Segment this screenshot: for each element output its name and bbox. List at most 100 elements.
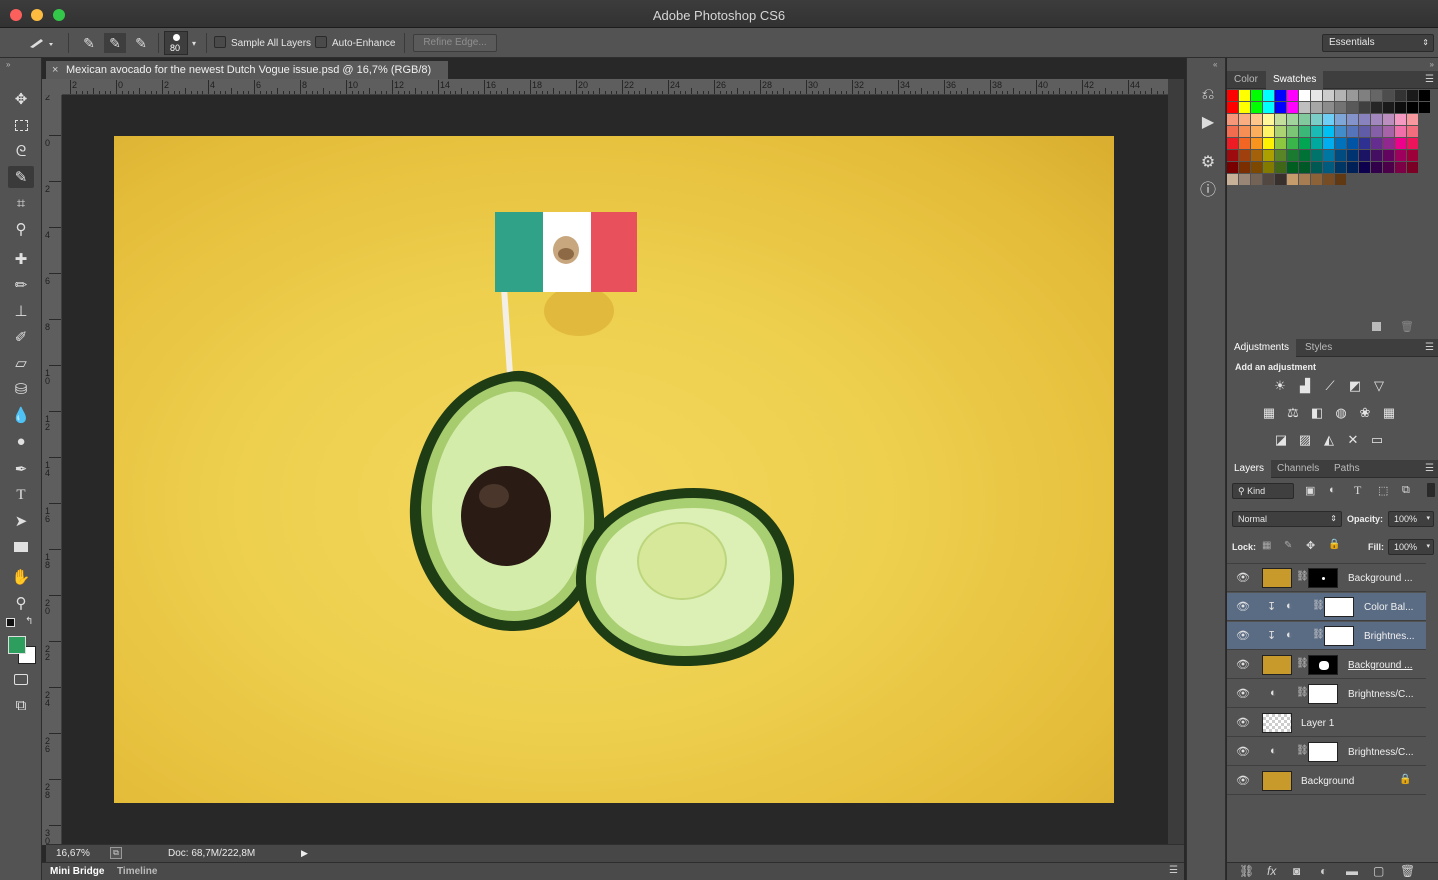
healing-brush-tool-icon[interactable]: ✚ bbox=[8, 248, 34, 270]
swatch[interactable] bbox=[1275, 162, 1286, 173]
swatch[interactable] bbox=[1287, 90, 1298, 101]
swatch[interactable] bbox=[1227, 138, 1238, 149]
tab-color[interactable]: Color bbox=[1227, 71, 1265, 89]
brush-size-picker[interactable]: 80 bbox=[164, 31, 188, 55]
swatch[interactable] bbox=[1299, 174, 1310, 185]
swatch[interactable] bbox=[1347, 90, 1358, 101]
layer-row[interactable]: 👁 ↧ ◐ ⛓ Color Bal... bbox=[1227, 593, 1426, 621]
swatch[interactable] bbox=[1323, 162, 1334, 173]
swatch[interactable] bbox=[1323, 138, 1334, 149]
swatch[interactable] bbox=[1263, 162, 1274, 173]
path-selection-tool-icon[interactable]: ➤ bbox=[8, 510, 34, 532]
swatch[interactable] bbox=[1227, 102, 1238, 113]
swatch[interactable] bbox=[1239, 114, 1250, 125]
layer-mask-thumbnail[interactable] bbox=[1308, 655, 1338, 675]
vibrance-icon[interactable]: ▽ bbox=[1370, 378, 1388, 394]
swatch[interactable] bbox=[1371, 102, 1382, 113]
swatch[interactable] bbox=[1335, 90, 1346, 101]
swatch[interactable] bbox=[1251, 162, 1262, 173]
threshold-icon[interactable]: ◭ bbox=[1320, 432, 1338, 448]
status-info-icon[interactable]: ⧉ bbox=[110, 847, 122, 859]
tab-channels[interactable]: Channels bbox=[1270, 460, 1326, 478]
visibility-eye-icon[interactable]: 👁 bbox=[1236, 745, 1250, 758]
swatch[interactable] bbox=[1359, 138, 1370, 149]
visibility-eye-icon[interactable]: 👁 bbox=[1236, 716, 1250, 729]
link-chain-icon[interactable]: ⛓ bbox=[1296, 658, 1309, 669]
blend-mode-select[interactable]: Normal ⇕ bbox=[1232, 511, 1342, 527]
swatch[interactable] bbox=[1371, 114, 1382, 125]
swatch[interactable] bbox=[1311, 162, 1322, 173]
tab-layers[interactable]: Layers bbox=[1227, 460, 1272, 478]
swatch[interactable] bbox=[1251, 102, 1262, 113]
blur-tool-icon[interactable]: 💧 bbox=[8, 404, 34, 426]
swatch[interactable] bbox=[1371, 162, 1382, 173]
info-panel-icon[interactable]: ⓘ bbox=[1197, 180, 1219, 202]
canvas-area[interactable] bbox=[62, 96, 1168, 844]
swatch[interactable] bbox=[1323, 102, 1334, 113]
swatch[interactable] bbox=[1323, 174, 1334, 185]
swatch[interactable] bbox=[1287, 138, 1298, 149]
actions-panel-icon[interactable]: ▶ bbox=[1197, 112, 1219, 134]
visibility-eye-icon[interactable]: 👁 bbox=[1236, 774, 1250, 787]
zoom-level[interactable]: 16,67% bbox=[56, 848, 90, 859]
lock-all-icon[interactable]: 🔒 bbox=[1328, 539, 1340, 550]
invert-icon[interactable]: ◪ bbox=[1272, 432, 1290, 448]
swatch[interactable] bbox=[1323, 90, 1334, 101]
swatch[interactable] bbox=[1251, 114, 1262, 125]
swatch[interactable] bbox=[1395, 150, 1406, 161]
quick-selection-preset-icon[interactable] bbox=[24, 33, 60, 53]
swatch[interactable] bbox=[1239, 174, 1250, 185]
swatch[interactable] bbox=[1275, 150, 1286, 161]
swatch[interactable] bbox=[1311, 114, 1322, 125]
visibility-eye-icon[interactable]: 👁 bbox=[1236, 658, 1250, 671]
delete-layer-icon[interactable]: 🗑 bbox=[1400, 864, 1415, 878]
swatch[interactable] bbox=[1383, 126, 1394, 137]
swatch[interactable] bbox=[1299, 126, 1310, 137]
swatch[interactable] bbox=[1275, 174, 1286, 185]
levels-icon[interactable]: ▟ bbox=[1296, 378, 1314, 394]
chevron-down-icon[interactable]: ▾ bbox=[1426, 512, 1430, 526]
default-colors-icon[interactable] bbox=[6, 618, 15, 627]
fill-input[interactable]: 100% ▾ bbox=[1388, 539, 1434, 555]
swatch[interactable] bbox=[1275, 90, 1286, 101]
crop-tool-icon[interactable]: ⌗ bbox=[8, 192, 34, 214]
swatch[interactable] bbox=[1227, 114, 1238, 125]
swatch[interactable] bbox=[1239, 102, 1250, 113]
photo-filter-icon[interactable]: ◍ bbox=[1332, 405, 1350, 421]
swatch[interactable] bbox=[1299, 102, 1310, 113]
swatch[interactable] bbox=[1263, 102, 1274, 113]
document-photo[interactable] bbox=[114, 136, 1114, 803]
paint-bucket-tool-icon[interactable]: ⛁ bbox=[8, 378, 34, 400]
sample-all-layers-checkbox[interactable] bbox=[214, 36, 226, 48]
swatch[interactable] bbox=[1395, 114, 1406, 125]
swatch[interactable] bbox=[1335, 162, 1346, 173]
opacity-input[interactable]: 100% ▾ bbox=[1388, 511, 1434, 527]
panel-collapse-icon[interactable]: » bbox=[6, 60, 10, 69]
swatch[interactable] bbox=[1383, 114, 1394, 125]
clone-stamp-tool-icon[interactable]: ⊥ bbox=[8, 300, 34, 322]
swatch[interactable] bbox=[1263, 90, 1274, 101]
swatch[interactable] bbox=[1347, 102, 1358, 113]
tab-mini-bridge[interactable]: Mini Bridge bbox=[50, 866, 104, 877]
swatch[interactable] bbox=[1335, 138, 1346, 149]
new-layer-icon[interactable]: ▢ bbox=[1373, 864, 1384, 878]
link-chain-icon[interactable]: ⛓ bbox=[1312, 629, 1325, 640]
swatch[interactable] bbox=[1287, 126, 1298, 137]
layer-mask-thumbnail[interactable] bbox=[1308, 568, 1338, 588]
screen-mode-icon[interactable]: ⧉ bbox=[8, 694, 34, 716]
swatch[interactable] bbox=[1251, 138, 1262, 149]
swatch[interactable] bbox=[1359, 90, 1370, 101]
tab-swatches[interactable]: Swatches bbox=[1266, 71, 1324, 89]
tab-timeline[interactable]: Timeline bbox=[117, 866, 157, 877]
visibility-eye-icon[interactable]: 👁 bbox=[1236, 629, 1250, 642]
new-group-icon[interactable]: ▬ bbox=[1346, 864, 1358, 878]
swatch[interactable] bbox=[1335, 102, 1346, 113]
swatch[interactable] bbox=[1323, 150, 1334, 161]
tab-adjustments[interactable]: Adjustments bbox=[1227, 339, 1297, 357]
swatch[interactable] bbox=[1335, 150, 1346, 161]
layer-mask-thumbnail[interactable] bbox=[1308, 742, 1338, 762]
layer-row[interactable]: 👁 ◐ ⛓ Brightness/C... bbox=[1227, 738, 1426, 766]
curves-icon[interactable]: ⟋ bbox=[1321, 378, 1339, 394]
layer-row[interactable]: 👁 ⛓ Background ... bbox=[1227, 564, 1426, 592]
black-white-icon[interactable]: ◧ bbox=[1308, 405, 1326, 421]
